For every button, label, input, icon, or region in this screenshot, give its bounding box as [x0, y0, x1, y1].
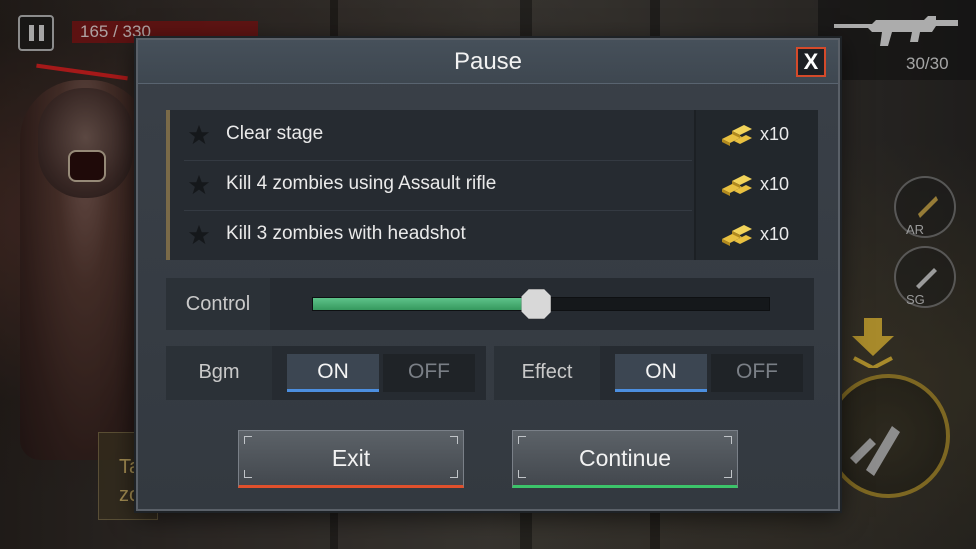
mission-text: Kill 3 zombies with headshot	[226, 223, 466, 244]
pause-dialog: Pause X Clear stage Kill 4 zombies using…	[136, 38, 840, 511]
gold-bars-icon	[722, 175, 752, 196]
mission-reward: x10	[696, 210, 820, 260]
reward-amount: x10	[760, 224, 790, 244]
bgm-label: Bgm	[166, 346, 272, 400]
effect-off-button[interactable]: OFF	[711, 354, 803, 392]
effect-label: Effect	[494, 346, 600, 400]
mission-reward: x10	[696, 160, 820, 210]
gold-bars-icon	[722, 225, 752, 246]
mission-list: Clear stage Kill 4 zombies using Assault…	[166, 110, 818, 260]
mission-text: Kill 4 zombies using Assault rifle	[226, 173, 497, 194]
reward-amount: x10	[760, 174, 790, 194]
effect-on-button[interactable]: ON	[615, 354, 707, 392]
control-setting: Control	[166, 278, 814, 330]
control-slider-thumb[interactable]	[521, 289, 552, 319]
continue-label: Continue	[578, 445, 672, 471]
bgm-on-button[interactable]: ON	[287, 354, 379, 392]
reward-column: x10 x10 x10	[694, 110, 818, 260]
mission-row: Clear stage	[170, 110, 692, 160]
mission-row: Kill 3 zombies with headshot	[170, 210, 692, 260]
continue-button[interactable]: Continue	[512, 430, 738, 488]
star-icon	[188, 124, 210, 145]
gold-bars-icon	[722, 125, 752, 146]
exit-label: Exit	[331, 445, 371, 471]
exit-button[interactable]: Exit	[238, 430, 464, 488]
bgm-off-button[interactable]: OFF	[383, 354, 475, 392]
dialog-header: Pause X	[138, 40, 838, 84]
effect-setting: Effect ON OFF	[494, 346, 814, 400]
star-icon	[188, 224, 210, 245]
bgm-setting: Bgm ON OFF	[166, 346, 486, 400]
control-slider-fill	[313, 298, 537, 310]
mission-text: Clear stage	[226, 123, 324, 144]
close-button[interactable]: X	[796, 47, 826, 77]
mission-reward: x10	[696, 110, 820, 160]
dialog-title: Pause	[453, 48, 523, 75]
control-label: Control	[166, 278, 270, 330]
mission-row: Kill 4 zombies using Assault rifle	[170, 160, 692, 210]
star-icon	[188, 174, 210, 195]
reward-amount: x10	[760, 124, 790, 144]
control-slider[interactable]	[312, 289, 770, 319]
